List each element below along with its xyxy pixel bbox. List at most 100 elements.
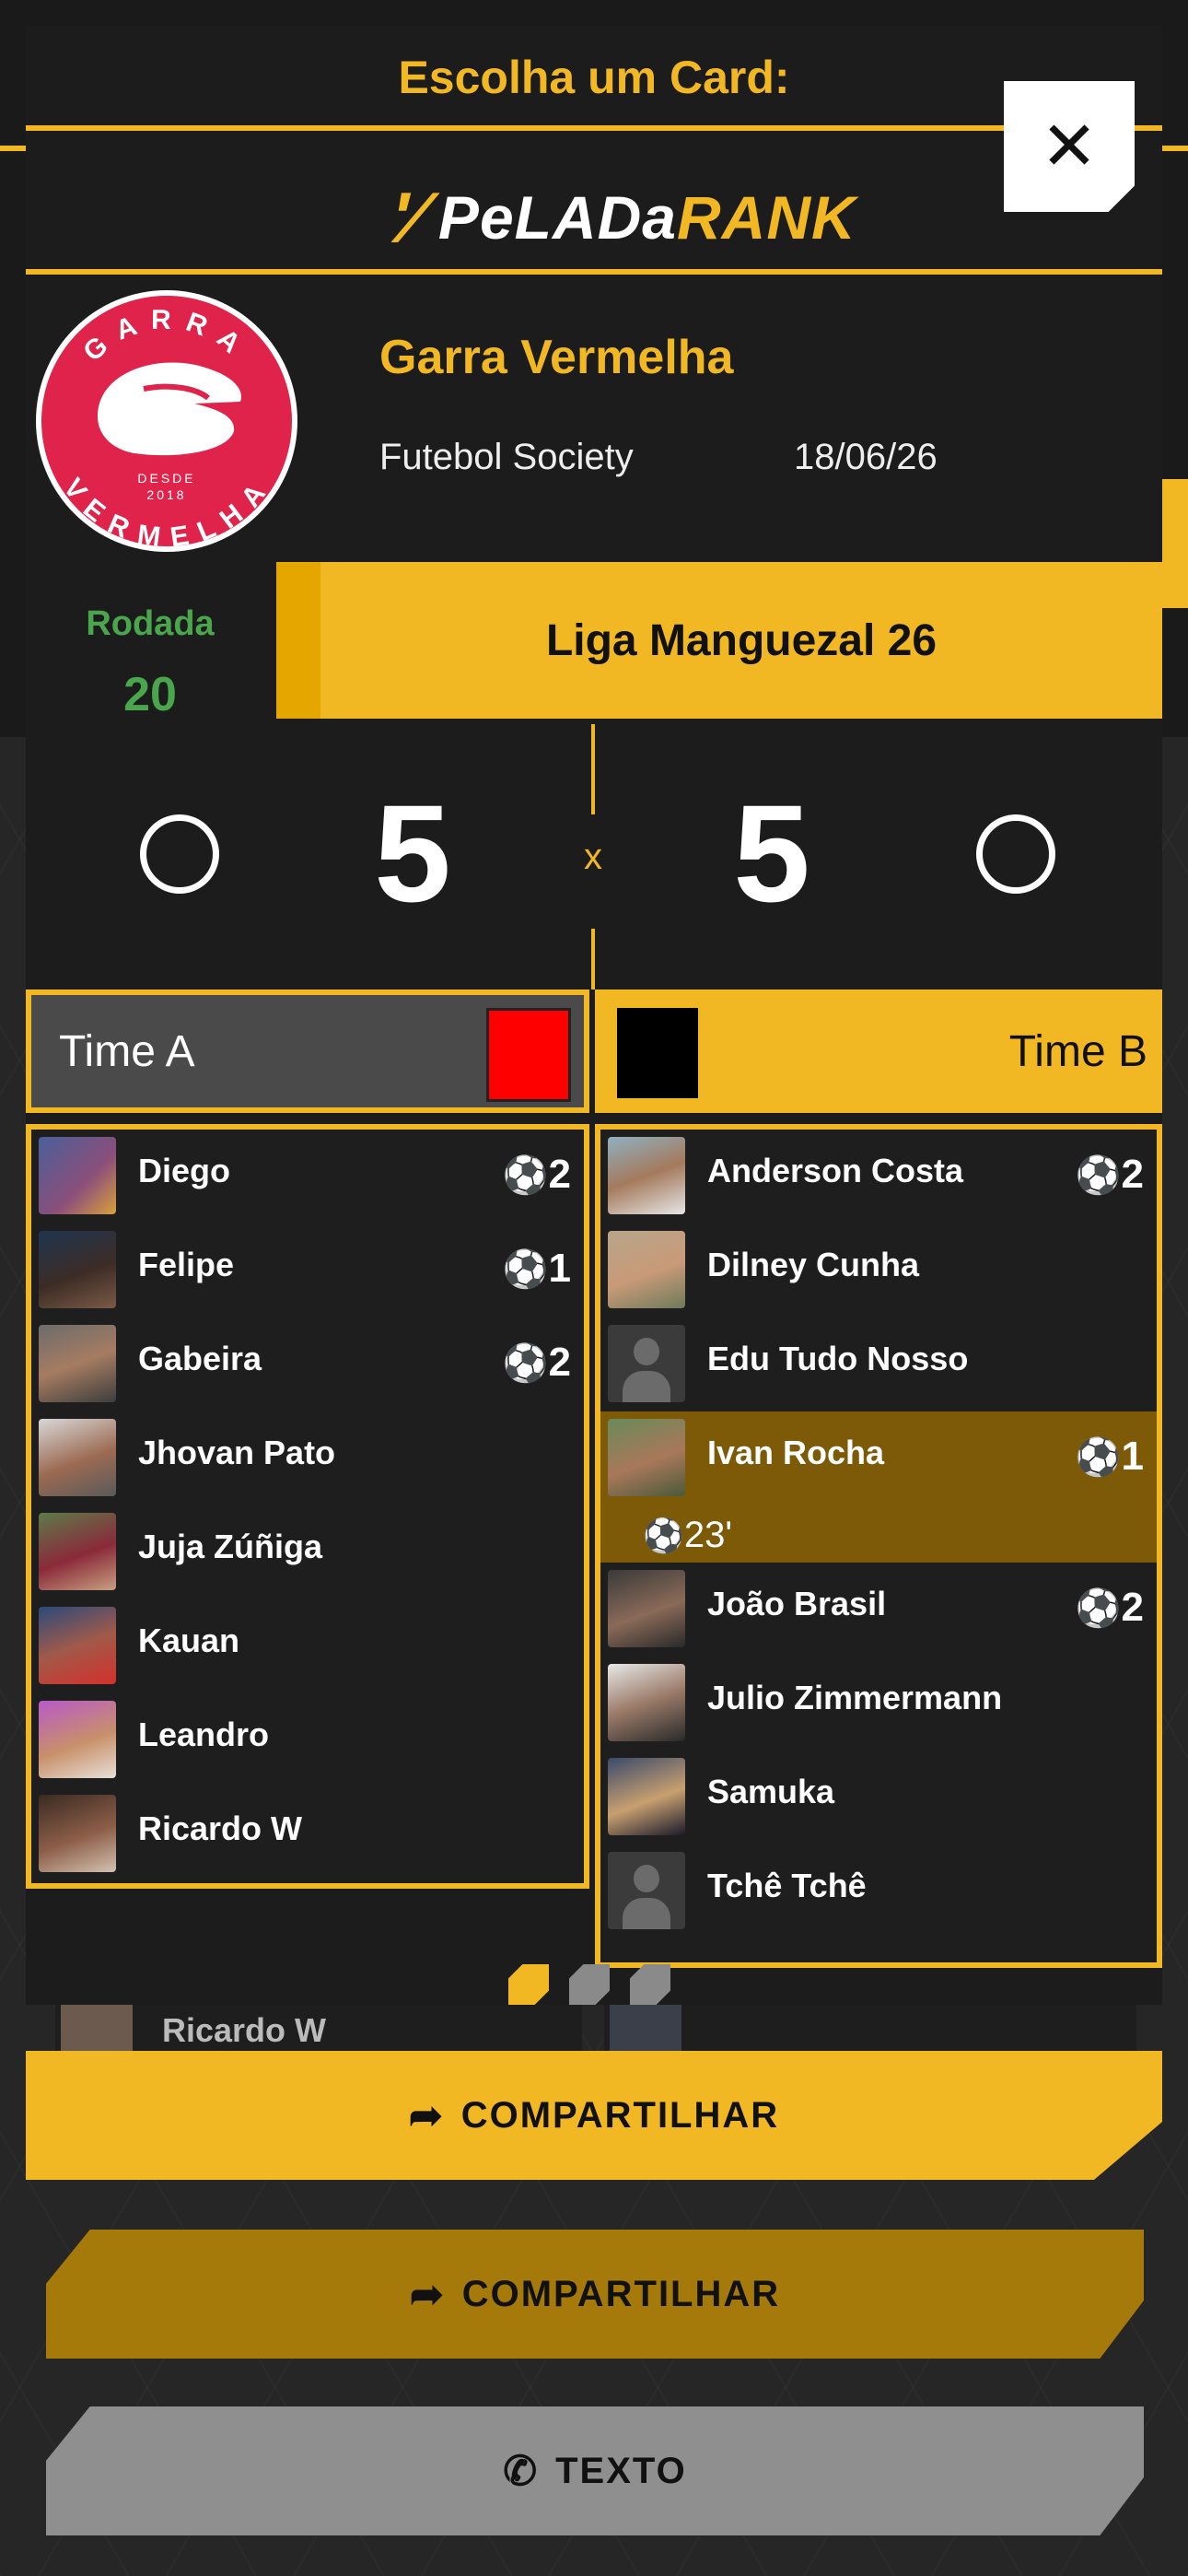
goal-minute: ⚽23': [643, 1515, 732, 1555]
ball-icon: ⚽: [1075, 1588, 1122, 1629]
player-name: Juja Zúñiga: [138, 1528, 323, 1565]
player-goals: ⚽1: [1075, 1434, 1144, 1479]
score-divider-bottom: [591, 929, 595, 989]
team-a-indicator-icon: [140, 814, 219, 894]
modal-title: Escolha um Card:: [398, 52, 790, 103]
list-item: Samuka: [600, 1751, 1157, 1844]
share-label: COMPARTILHAR: [461, 2273, 781, 2314]
list-item: Anderson Costa ⚽2: [600, 1130, 1157, 1224]
list-item: Dilney Cunha: [600, 1224, 1157, 1317]
whatsapp-icon: ✆: [503, 2448, 540, 2494]
score-separator: x: [584, 837, 602, 877]
player-name: Felipe: [138, 1246, 235, 1283]
player-name: Ricardo W: [138, 1809, 303, 1847]
list-item: Gabeira ⚽2: [31, 1317, 584, 1411]
background-player-name: Ricardo W: [162, 2011, 327, 2049]
list-item: Kauan: [31, 1599, 584, 1693]
player-name: Leandro: [138, 1715, 270, 1753]
match-modality: Futebol Society: [379, 437, 634, 477]
share-icon: ➦: [408, 2092, 445, 2138]
round-number: 20: [123, 668, 177, 721]
score-team-a: 5: [374, 776, 451, 931]
share-text-button[interactable]: ✆ TEXTO: [46, 2406, 1144, 2535]
player-goals: ⚽2: [1075, 1585, 1144, 1630]
team-b-header: Time B: [595, 989, 1162, 1113]
club-name: Garra Vermelha: [379, 331, 734, 384]
avatar: [39, 1419, 116, 1496]
team-b-color-swatch: [617, 1008, 698, 1098]
list-item: João Brasil ⚽2: [600, 1563, 1157, 1657]
list-item: Diego ⚽2: [31, 1130, 584, 1224]
avatar: [608, 1137, 685, 1214]
avatar: [608, 1664, 685, 1741]
text-label: TEXTO: [555, 2450, 687, 2491]
pager-dot-2[interactable]: [569, 1964, 610, 2005]
emblem-since: DESDE: [137, 471, 195, 486]
ball-icon: ⚽: [502, 1343, 549, 1384]
avatar: [39, 1795, 116, 1872]
team-b-label: Time B: [1008, 1027, 1147, 1076]
avatar-placeholder: [608, 1852, 685, 1929]
team-a-color-swatch: [486, 1008, 571, 1102]
player-goals: ⚽1: [502, 1246, 571, 1291]
team-a-header: Time A: [26, 989, 589, 1113]
avatar: [39, 1325, 116, 1402]
pager-dot-1[interactable]: [508, 1964, 549, 2005]
player-name: Gabeira: [138, 1340, 262, 1377]
team-b-indicator-icon: [976, 814, 1055, 894]
team-a-player-list: Diego ⚽2 Felipe ⚽1 Gabeira ⚽2 Jhovan Pat…: [26, 1124, 589, 1889]
player-goals: ⚽2: [502, 1152, 571, 1197]
list-item: Tchê Tchê: [600, 1844, 1157, 1938]
avatar: [608, 1419, 685, 1496]
player-name: Kauan: [138, 1622, 240, 1659]
player-name: Dilney Cunha: [707, 1246, 920, 1283]
team-a-label: Time A: [59, 1027, 195, 1076]
close-icon: ✕: [1040, 108, 1098, 184]
list-item: Ricardo W: [31, 1787, 584, 1881]
list-item-highlighted: Ivan Rocha ⚽1 ⚽23': [600, 1411, 1157, 1563]
card-picker-modal: Escolha um Card: ✕ ʹ⁄ PeLADaRANK GARRA V…: [26, 26, 1162, 2005]
logo-divider: [26, 269, 1162, 275]
player-name: Julio Zimmermann: [707, 1679, 1003, 1716]
ball-icon: ⚽: [643, 1516, 684, 1554]
background-accent: [1160, 479, 1188, 608]
close-button[interactable]: ✕: [1004, 81, 1135, 212]
emblem-year: 2018: [146, 487, 186, 502]
list-item: Felipe ⚽1: [31, 1224, 584, 1317]
avatar: [39, 1231, 116, 1308]
share-button[interactable]: ➦ COMPARTILHAR: [26, 2051, 1162, 2180]
player-name: Edu Tudo Nosso: [707, 1340, 969, 1377]
match-date: 18/06/26: [794, 437, 938, 477]
list-item: Leandro: [31, 1693, 584, 1787]
avatar: [608, 1758, 685, 1835]
score-team-b: 5: [733, 776, 810, 931]
player-name: Samuka: [707, 1773, 835, 1810]
list-item: Julio Zimmermann: [600, 1657, 1157, 1751]
ball-icon: ⚽: [1075, 1437, 1122, 1478]
ball-icon: ⚽: [502, 1249, 549, 1290]
player-goals: ⚽2: [502, 1340, 571, 1385]
club-emblem: GARRA VERMELHA DESDE 2018: [36, 290, 297, 554]
list-item: Jhovan Pato: [31, 1411, 584, 1505]
ball-icon: ⚽: [502, 1155, 549, 1196]
list-item: Edu Tudo Nosso: [600, 1317, 1157, 1411]
title-divider: [26, 125, 1162, 131]
peladarank-logo: ʹ⁄ PeLADaRANK: [357, 162, 891, 273]
pager-dot-3[interactable]: [630, 1964, 670, 2005]
league-name: Liga Manguezal 26: [276, 562, 1162, 719]
avatar: [39, 1513, 116, 1590]
ball-icon: ⚽: [1075, 1155, 1122, 1196]
player-name: Ivan Rocha: [707, 1434, 885, 1471]
player-name: Anderson Costa: [707, 1152, 964, 1189]
avatar-placeholder: [608, 1325, 685, 1402]
team-b-player-list: Anderson Costa ⚽2 Dilney Cunha Edu Tudo …: [595, 1124, 1162, 1968]
avatar: [608, 1570, 685, 1647]
logo-mark-icon: ʹ⁄: [384, 176, 431, 258]
player-name: Tchê Tchê: [707, 1867, 867, 1904]
player-name: João Brasil: [707, 1585, 887, 1622]
logo-text-white: PeLADa: [437, 183, 677, 252]
logo-text-yellow: RANK: [677, 183, 856, 252]
share-label: COMPARTILHAR: [460, 2094, 780, 2136]
player-name: Jhovan Pato: [138, 1434, 336, 1471]
share-secondary-button[interactable]: ➦ COMPARTILHAR: [46, 2230, 1144, 2359]
